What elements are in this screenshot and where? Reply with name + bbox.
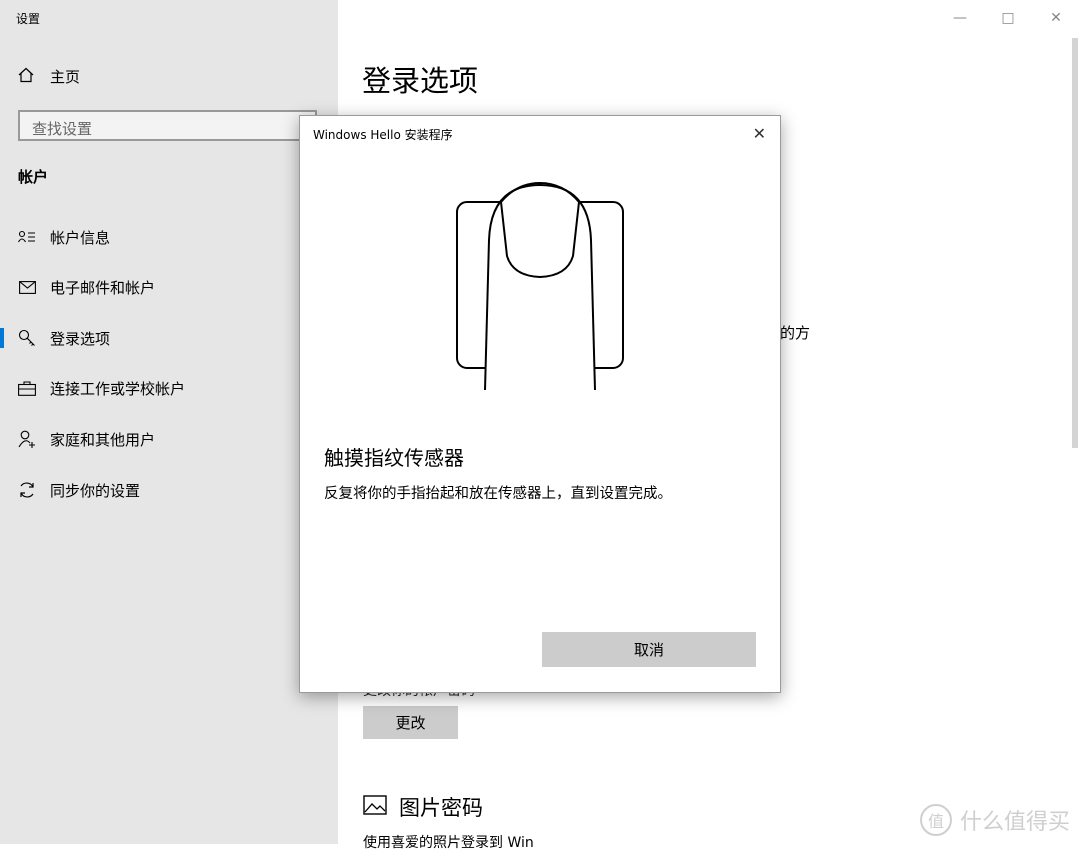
dialog-title: Windows Hello 安装程序 — [313, 128, 453, 142]
sync-icon — [18, 481, 36, 499]
minimize-icon: — — [953, 10, 967, 26]
fingerprint-illustration — [445, 180, 635, 399]
sidebar-item-work-school[interactable]: 连接工作或学校帐户 — [0, 370, 338, 406]
dialog-body: 反复将你的手指抬起和放在传感器上，直到设置完成。 — [324, 486, 672, 502]
home-label: 主页 — [50, 68, 81, 86]
scrollbar[interactable] — [1072, 38, 1078, 448]
page-title: 登录选项 — [362, 64, 479, 98]
briefcase-icon — [18, 379, 36, 397]
close-icon: ✕ — [752, 124, 766, 143]
section-heading: 帐户 — [18, 168, 49, 186]
window-controls: — □ ✕ — [936, 0, 1080, 36]
close-button[interactable]: ✕ — [1032, 0, 1080, 36]
sidebar-item-label: 家庭和其他用户 — [50, 430, 156, 449]
change-password-button[interactable]: 更改 — [363, 706, 458, 739]
app-title: 设置 — [16, 12, 41, 26]
watermark-text: 什么值得买 — [959, 810, 1070, 835]
sidebar-item-label: 同步你的设置 — [50, 481, 141, 500]
account-info-icon — [18, 228, 36, 246]
picture-password-heading: 图片密码 — [363, 792, 483, 822]
sidebar-item-label: 电子邮件和帐户 — [50, 278, 156, 297]
sidebar-item-label: 登录选项 — [50, 329, 111, 348]
home-link[interactable]: 主页 — [18, 66, 80, 87]
watermark: 值 什么值得买 — [919, 804, 1070, 836]
picture-icon — [363, 794, 387, 820]
sidebar-item-family[interactable]: 家庭和其他用户 — [0, 421, 338, 457]
sidebar: 设置 主页 查找设置 帐户 帐户信息 电子邮件和帐户 登录选项 连接工作或学校帐… — [0, 0, 338, 844]
sidebar-item-account-info[interactable]: 帐户信息 — [0, 219, 338, 255]
maximize-button[interactable]: □ — [984, 0, 1032, 36]
search-input[interactable]: 查找设置 — [18, 110, 317, 141]
dialog-close-button[interactable]: ✕ — [753, 124, 766, 143]
minimize-button[interactable]: — — [936, 0, 984, 36]
cancel-button[interactable]: 取消 — [542, 632, 756, 667]
close-icon: ✕ — [1050, 10, 1062, 26]
partial-description: 的方 — [780, 324, 811, 342]
sidebar-item-label: 帐户信息 — [50, 228, 111, 247]
sidebar-item-sync[interactable]: 同步你的设置 — [0, 472, 338, 508]
sidebar-item-label: 连接工作或学校帐户 — [50, 379, 186, 398]
search-placeholder: 查找设置 — [32, 120, 93, 138]
picture-password-description: 使用喜爱的照片登录到 Win — [363, 835, 534, 851]
watermark-logo: 值 — [919, 804, 952, 836]
home-icon — [18, 67, 34, 87]
key-icon — [18, 329, 36, 347]
picture-password-title: 图片密码 — [399, 796, 483, 820]
mail-icon — [18, 278, 36, 296]
dialog-heading: 触摸指纹传感器 — [324, 446, 464, 470]
sidebar-item-signin-options[interactable]: 登录选项 — [0, 320, 338, 356]
add-user-icon — [18, 430, 36, 448]
windows-hello-dialog: Windows Hello 安装程序 ✕ 触摸指纹传感器 反复将你的手指抬起和放… — [299, 115, 781, 693]
maximize-icon: □ — [1001, 10, 1015, 26]
sidebar-item-email[interactable]: 电子邮件和帐户 — [0, 269, 338, 305]
